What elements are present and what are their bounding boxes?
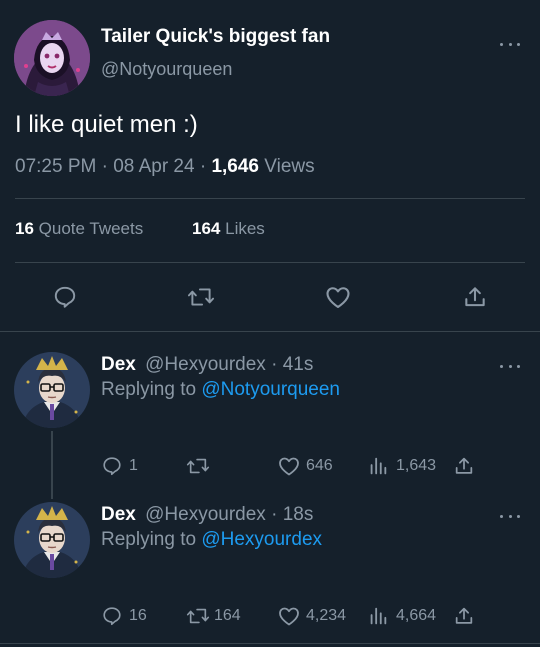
reply-icon[interactable] [101, 455, 123, 477]
main-author-handle[interactable]: @Notyourqueen [101, 59, 232, 80]
share-icon[interactable] [462, 283, 488, 311]
reply2-author-avatar[interactable] [14, 502, 90, 578]
quote-tweets-label: Quote Tweets [38, 219, 144, 238]
divider [15, 262, 525, 263]
retweet-icon[interactable] [186, 605, 210, 627]
reply2-reply-count: 16 [129, 607, 147, 624]
views-icon[interactable] [367, 605, 389, 627]
more-icon[interactable] [500, 363, 520, 369]
reply-icon[interactable] [101, 605, 123, 627]
main-author-name[interactable]: Tailer Quick's biggest fan [101, 26, 330, 48]
meta-separator: · [101, 156, 108, 177]
quote-tweets-count: 16 [15, 219, 34, 238]
replying-to-handle-link[interactable]: @Notyourqueen [201, 379, 340, 400]
reply2-author-handle[interactable]: @Hexyourdex [145, 504, 266, 525]
reply1-author-avatar[interactable] [14, 352, 90, 428]
tweet-views-count: 1,646 [211, 156, 259, 177]
replying-to-prefix: Replying to [101, 529, 197, 550]
likes-stat[interactable]: 164 Likes [192, 219, 265, 239]
tweet-meta: 07:25 PM · 08 Apr 24 · 1,646 Views [15, 156, 315, 178]
likes-count: 164 [192, 219, 221, 238]
reply2-time[interactable]: 18s [283, 504, 314, 525]
reply2-views-count: 4,664 [396, 607, 437, 624]
reply1-replying-to: Replying to @Notyourqueen [101, 379, 340, 401]
reply2-like-count: 4,234 [306, 607, 347, 624]
divider [15, 198, 525, 199]
reply2-author-name[interactable]: Dex [101, 504, 136, 525]
replying-to-prefix: Replying to [101, 379, 197, 400]
like-icon[interactable] [324, 283, 352, 311]
reply1-reply-count: 1 [129, 457, 138, 474]
tweet-views-label: Views [264, 156, 315, 177]
reply1-time-separator: · [271, 354, 278, 375]
divider [0, 643, 540, 644]
divider [0, 331, 540, 332]
more-icon[interactable] [500, 41, 520, 47]
views-icon[interactable] [367, 455, 389, 477]
reply2-time-separator: · [271, 504, 278, 525]
replying-to-handle-link[interactable]: @Hexyourdex [201, 529, 322, 550]
reply1-views-count: 1,643 [396, 457, 437, 474]
more-icon[interactable] [500, 513, 520, 519]
reply1-author-handle[interactable]: @Hexyourdex [145, 354, 266, 375]
reply1-time[interactable]: 41s [283, 354, 314, 375]
main-author-avatar[interactable] [14, 20, 90, 96]
tweet-text: I like quiet men :) [15, 111, 198, 138]
tweet-time[interactable]: 07:25 PM [15, 156, 96, 177]
retweet-icon[interactable] [186, 455, 210, 477]
reply2-header: Dex @Hexyourdex · 18s [101, 504, 313, 526]
like-icon[interactable] [277, 454, 301, 478]
thread-line [51, 431, 53, 499]
quote-tweets-stat[interactable]: 16 Quote Tweets [15, 219, 143, 239]
reply1-author-name[interactable]: Dex [101, 354, 136, 375]
share-icon[interactable] [453, 454, 475, 478]
reply-icon[interactable] [52, 284, 78, 310]
reply2-replying-to: Replying to @Hexyourdex [101, 529, 322, 551]
reply1-like-count: 646 [306, 457, 333, 474]
reply2-retweet-count: 164 [214, 607, 241, 624]
likes-label: Likes [225, 219, 265, 238]
reply1-header: Dex @Hexyourdex · 41s [101, 354, 313, 376]
like-icon[interactable] [277, 604, 301, 628]
tweet-date[interactable]: 08 Apr 24 [113, 156, 194, 177]
meta-separator: · [199, 156, 207, 177]
retweet-icon[interactable] [187, 284, 215, 310]
share-icon[interactable] [453, 604, 475, 628]
